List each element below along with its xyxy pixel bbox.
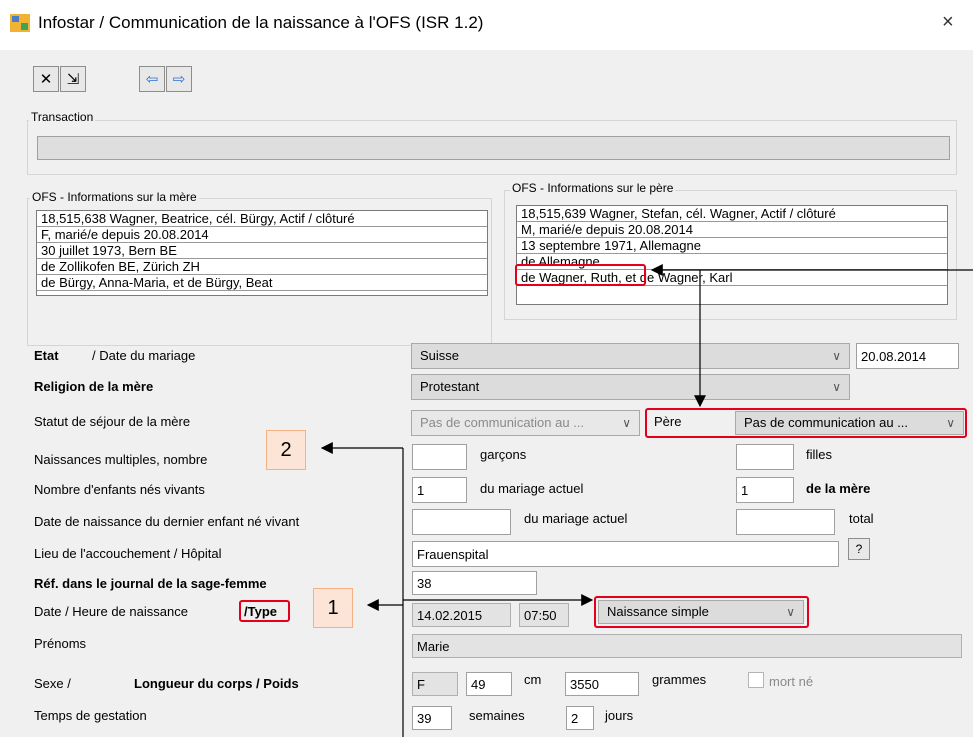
annotation-arrows bbox=[320, 264, 973, 737]
